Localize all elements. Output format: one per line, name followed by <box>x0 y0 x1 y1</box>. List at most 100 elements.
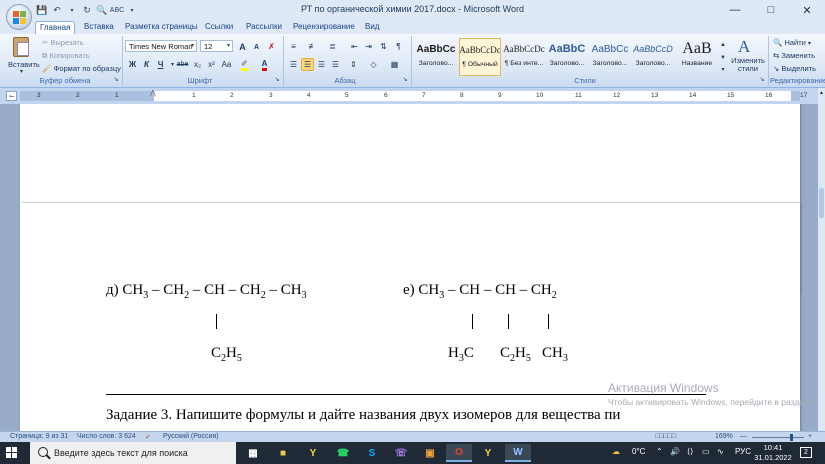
tab-insert[interactable]: Вставка <box>80 21 118 34</box>
status-language[interactable]: Русский (Россия) <box>163 433 219 440</box>
battery-icon[interactable]: ▭ <box>702 447 710 456</box>
font-launcher-icon[interactable]: ↘ <box>273 75 281 83</box>
vertical-scrollbar[interactable]: ▲ <box>818 88 825 431</box>
status-page[interactable]: Страница: 9 из 31 <box>10 433 68 440</box>
style-normal[interactable]: AaBbCcDc ¶ Обычный <box>459 38 501 76</box>
volume-icon[interactable]: ⟨⟩ <box>687 447 693 456</box>
style-title[interactable]: AaB Название <box>676 38 718 76</box>
superscript-button[interactable]: x² <box>205 58 218 71</box>
indent-marker-icon[interactable]: ⋀ <box>150 89 158 103</box>
styles-more-icon[interactable]: ▾ <box>719 63 727 76</box>
strikethrough-button[interactable]: abe <box>176 58 189 71</box>
tab-view[interactable]: Вид <box>361 21 383 34</box>
change-styles-button[interactable]: A Изменить стили <box>730 37 766 75</box>
italic-button[interactable]: К <box>140 58 153 71</box>
align-left-button[interactable]: ☰ <box>287 58 300 71</box>
view-buttons[interactable]: □□□□□ <box>655 433 676 440</box>
tab-references[interactable]: Ссылки <box>201 21 237 34</box>
ruler-number: 15 <box>727 92 735 99</box>
zoom-slider[interactable] <box>752 437 804 438</box>
maximize-icon[interactable]: □ <box>753 0 789 20</box>
align-center-button[interactable]: ☰ <box>301 58 314 71</box>
bold-button[interactable]: Ж <box>126 58 139 71</box>
increase-indent-button[interactable]: ⇥ <box>362 40 375 53</box>
show-marks-button[interactable]: ¶ <box>392 40 405 53</box>
speaker-icon[interactable]: 🔊 <box>670 447 680 456</box>
proofing-icon[interactable]: ✓ <box>145 433 151 441</box>
style-heading-1[interactable]: AaBbCc Заголово... <box>415 38 457 76</box>
clipboard-launcher-icon[interactable]: ↘ <box>112 75 120 83</box>
formula-e-main: е) CH3 – CH – CH – CH2 <box>403 282 557 301</box>
cut-button[interactable]: ✂ Вырезать <box>42 38 84 47</box>
ruler-number: 1 <box>192 92 196 99</box>
zoom-in-icon[interactable]: + <box>808 433 812 440</box>
font-name-combo[interactable]: Times New Roman ▾ <box>125 40 197 52</box>
copy-button[interactable]: ⧉ Копировать <box>42 51 90 61</box>
scroll-thumb[interactable] <box>819 188 824 218</box>
scroll-up-icon[interactable]: ▲ <box>818 90 825 96</box>
multilevel-list-button[interactable]: ≣ <box>326 40 339 53</box>
weather-temp[interactable]: 0°C <box>632 447 645 456</box>
change-case-button[interactable]: Aa <box>220 58 233 71</box>
decrease-indent-button[interactable]: ⇤ <box>348 40 361 53</box>
borders-button[interactable]: ▦ <box>388 58 401 71</box>
highlight-button[interactable]: ✐ <box>238 58 251 71</box>
tab-selector-icon[interactable]: ⌙ <box>6 91 17 101</box>
format-painter-button[interactable]: 🖌 Формат по образцу <box>42 64 121 73</box>
shrink-font-button[interactable]: A <box>250 41 263 54</box>
shading-button[interactable]: ◇ <box>367 58 380 71</box>
style-heading-2[interactable]: AaBbC Заголово... <box>546 38 588 76</box>
skype-icon[interactable]: S <box>359 444 385 462</box>
status-word-count[interactable]: Число слов: 3 624 <box>77 433 136 440</box>
zoom-slider-thumb[interactable] <box>790 434 793 441</box>
find-button[interactable]: 🔍 Найти ▾ <box>773 38 811 47</box>
input-language[interactable]: РУС <box>735 447 751 456</box>
bullets-button[interactable]: ≡ <box>287 40 300 53</box>
weather-icon[interactable]: ☁ <box>612 447 620 456</box>
paragraph-launcher-icon[interactable]: ↘ <box>401 75 409 83</box>
minimize-icon[interactable]: — <box>717 0 753 20</box>
sort-button[interactable]: ⇅ <box>377 40 390 53</box>
taskbar-clock[interactable]: 10:41 31.01.2022 <box>750 443 796 463</box>
status-zoom[interactable]: 169% <box>715 433 733 440</box>
font-color-button[interactable]: A <box>258 58 271 71</box>
tab-mailings[interactable]: Рассылки <box>242 21 286 34</box>
select-button[interactable]: ↘ Выделить <box>773 64 816 73</box>
yandex-browser-icon[interactable]: Y <box>300 444 326 462</box>
notifications-icon[interactable]: 2 <box>800 447 812 458</box>
windows-start-icon[interactable] <box>6 447 18 459</box>
zoom-out-icon[interactable]: — <box>740 433 747 440</box>
yandex-icon[interactable]: Y <box>475 444 501 462</box>
office-button[interactable] <box>6 4 32 30</box>
tab-review[interactable]: Рецензирование <box>289 21 359 34</box>
font-size-combo[interactable]: 12 ▾ <box>200 40 233 52</box>
network-icon[interactable]: ∿ <box>717 447 724 456</box>
whatsapp-icon[interactable]: ☎ <box>330 444 356 462</box>
justify-button[interactable]: ☰ <box>329 58 342 71</box>
paste-button[interactable]: Вставить ▾ <box>6 37 40 75</box>
replace-button[interactable]: ⇆ Заменить <box>773 51 815 60</box>
folder-icon[interactable]: ▣ <box>417 444 443 462</box>
file-explorer-icon[interactable]: ■ <box>270 444 296 462</box>
viber-icon[interactable]: ☏ <box>388 444 414 462</box>
styles-launcher-icon[interactable]: ↘ <box>758 75 766 83</box>
task-view-icon[interactable]: ▦ <box>240 444 266 462</box>
opera-icon[interactable]: O <box>446 444 472 462</box>
word-app-icon[interactable]: W <box>505 444 531 462</box>
tray-chevron-icon[interactable]: ⌃ <box>656 447 663 456</box>
close-icon[interactable]: ✕ <box>789 0 825 20</box>
clear-formatting-button[interactable]: ✗ <box>265 40 278 53</box>
align-right-button[interactable]: ☰ <box>315 58 328 71</box>
style-heading-4[interactable]: AaBbCcD Заголово... <box>632 38 674 76</box>
tab-page-layout[interactable]: Разметка страницы <box>121 21 202 34</box>
grow-font-button[interactable]: A <box>236 40 249 53</box>
style-no-spacing[interactable]: AaBbCcDc ¶ Без инте... <box>503 38 545 76</box>
horizontal-ruler[interactable]: ⌙ ⋀ 3 2 1 1 2 3 4 5 6 7 8 9 10 11 12 13 … <box>0 88 825 104</box>
styles-scroll-up-icon[interactable]: ▲ <box>719 38 727 51</box>
taskbar-search-box[interactable]: Введите здесь текст для поиска <box>30 442 236 464</box>
subscript-button[interactable]: x₂ <box>191 58 204 71</box>
tab-home[interactable]: Главная <box>35 21 76 34</box>
numbering-button[interactable]: ≢ <box>306 40 319 53</box>
style-heading-3[interactable]: AaBbCc Заголово... <box>589 38 631 76</box>
line-spacing-button[interactable]: ⇕ <box>347 58 360 71</box>
